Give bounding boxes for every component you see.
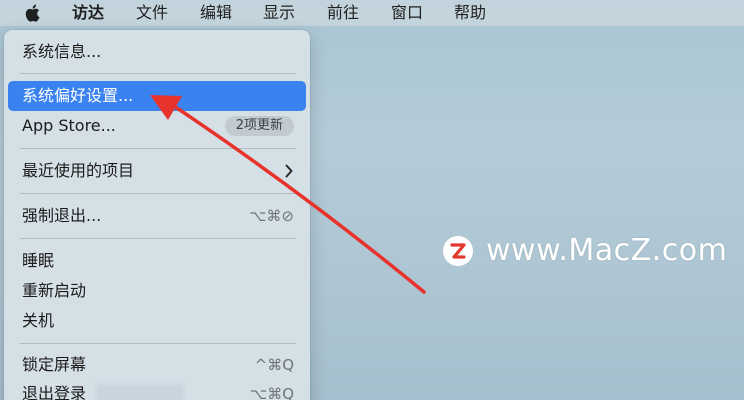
blurred-username — [96, 384, 184, 400]
menu-item-label: 系统信息... — [22, 42, 102, 61]
menu-item-label: 关机 — [22, 311, 55, 330]
watermark-text: www.MacZ.com — [486, 233, 728, 268]
apple-menu-dropdown: 系统信息... 系统偏好设置... App Store... 2项更新 最近使用… — [4, 30, 310, 400]
menu-item-shortcut: ⌥⌘⊘ — [249, 207, 294, 225]
menu-go[interactable]: 前往 — [327, 0, 359, 26]
menu-item-label: 最近使用的项目 — [22, 161, 135, 180]
chevron-right-icon — [285, 164, 293, 178]
menu-item-sleep[interactable]: 睡眠 — [8, 246, 306, 276]
menu-window[interactable]: 窗口 — [391, 0, 423, 26]
menu-separator — [20, 148, 296, 149]
menu-item-label: 锁定屏幕 — [22, 355, 87, 374]
menu-item-label: 退出登录 — [22, 384, 87, 400]
menu-help[interactable]: 帮助 — [454, 0, 486, 26]
menu-finder[interactable]: 访达 — [72, 0, 104, 26]
menu-separator — [20, 343, 296, 344]
menu-item-shortcut: ^⌘Q — [254, 356, 294, 374]
update-badge: 2项更新 — [224, 116, 294, 136]
menu-item-label: 系统偏好设置... — [22, 86, 134, 105]
menu-view[interactable]: 显示 — [263, 0, 295, 26]
menu-item-system-info[interactable]: 系统信息... — [8, 37, 306, 67]
menu-item-label: 强制退出... — [22, 206, 102, 225]
menu-separator — [20, 238, 296, 239]
menu-item-label: 睡眠 — [22, 251, 55, 270]
menu-item-lock-screen[interactable]: 锁定屏幕 ^⌘Q — [8, 350, 306, 380]
apple-logo-icon[interactable] — [21, 2, 45, 24]
menu-separator — [20, 73, 296, 74]
menu-bar: 访达 文件 编辑 显示 前往 窗口 帮助 — [0, 0, 744, 26]
menu-item-shortcut: ⌥⌘Q — [249, 385, 294, 400]
menu-edit[interactable]: 编辑 — [200, 0, 232, 26]
menu-item-system-preferences[interactable]: 系统偏好设置... — [8, 81, 306, 111]
menu-item-recent-items[interactable]: 最近使用的项目 — [8, 156, 306, 186]
menu-item-force-quit[interactable]: 强制退出... ⌥⌘⊘ — [8, 201, 306, 231]
menu-item-restart[interactable]: 重新启动 — [8, 276, 306, 306]
menu-item-shut-down[interactable]: 关机 — [8, 306, 306, 336]
menu-item-label: 重新启动 — [22, 281, 87, 300]
macz-logo-icon — [443, 236, 473, 266]
menu-separator — [20, 193, 296, 194]
menu-item-app-store[interactable]: App Store... 2项更新 — [8, 111, 306, 141]
menu-item-label: App Store... — [22, 116, 116, 135]
menu-file[interactable]: 文件 — [136, 0, 168, 26]
